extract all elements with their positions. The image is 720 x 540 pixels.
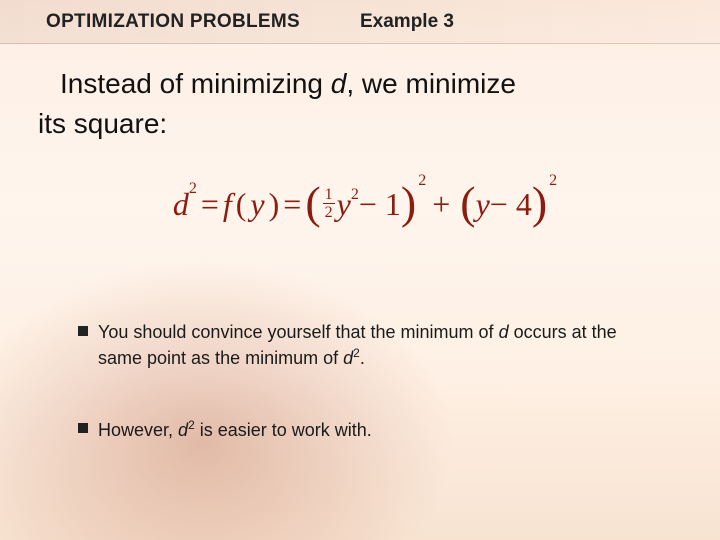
b1-d: d [499,322,509,342]
eq-y1-exp: 2 [351,186,359,204]
eq-open1: ( [236,186,247,223]
eq-outer-exp1: 2 [418,172,426,190]
lead-variable-d: d [331,68,347,99]
bullet-icon [78,423,88,433]
eq-group2: ( y − 4 ) 2 [460,186,547,223]
b2-d2: d [178,420,188,440]
equation-block: d2 = f (y) = ( 1 2 y2 − 1 ) 2 + ( y − 4 … [0,186,720,223]
section-title: OPTIMIZATION PROBLEMS [46,11,300,33]
eq-frac-den: 2 [325,204,333,221]
b2-b: is easier to work with. [195,420,372,440]
equation: d2 = f (y) = ( 1 2 y2 − 1 ) 2 + ( y − 4 … [173,186,547,223]
eq-d: d [173,186,189,222]
eq-equals2: = [283,186,301,223]
bullet-2-text: However, d2 is easier to work with. [98,417,372,443]
eq-y1: y [337,186,351,223]
eq-plus: + [432,186,450,223]
lead-sentence-line2: its square: [38,108,167,140]
bullet-list: You should convince yourself that the mi… [78,320,660,490]
eq-f: f [223,186,232,223]
b2-exp: 2 [188,418,195,432]
lead-sentence-line1: Instead of minimizing d, we minimize [60,62,680,105]
eq-y2: y [476,186,490,223]
b2-a: However, [98,420,178,440]
b1-exp: 2 [353,346,360,360]
eq-outer-exp2: 2 [549,172,557,190]
bullet-1: You should convince yourself that the mi… [78,320,660,371]
eq-arg: y [250,186,264,223]
eq-lhs: d2 [173,186,197,223]
b1-c: . [360,348,365,368]
lead-post: , we minimize [346,68,516,99]
bullet-2: However, d2 is easier to work with. [78,417,660,443]
lead-pre: Instead of minimizing [60,68,331,99]
example-label: Example 3 [360,11,454,33]
bullet-icon [78,326,88,336]
eq-fraction: 1 2 [323,187,335,221]
eq-close1: ) [269,186,280,223]
slide-header: OPTIMIZATION PROBLEMS Example 3 [0,0,720,44]
eq-d-exp: 2 [189,180,197,197]
b1-a: You should convince yourself that the mi… [98,322,499,342]
eq-minus4: − 4 [490,186,532,223]
bullet-1-text: You should convince yourself that the mi… [98,320,660,371]
eq-group1: ( 1 2 y2 − 1 ) 2 [305,186,416,223]
b1-d2: d [343,348,353,368]
eq-frac-num: 1 [323,187,335,204]
eq-minus1: − 1 [359,186,401,223]
eq-equals1: = [201,186,219,223]
